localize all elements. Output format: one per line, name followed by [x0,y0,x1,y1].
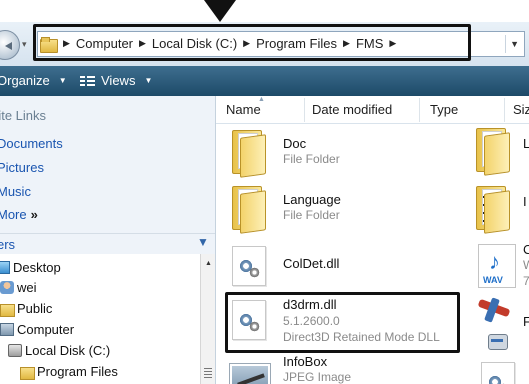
nav-link-music[interactable]: Music [0,184,31,199]
file-name: InfoBox [283,354,328,369]
tree-item-label: Desktop [13,260,61,275]
folder-icon[interactable] [474,128,514,176]
tree-item-label: Program Files [37,364,118,379]
chevron-down-icon: ▼ [58,76,67,85]
clipped-item-label: L [523,136,529,151]
file-type: File Folder [283,208,340,222]
chevron-down-icon: ▼ [197,235,209,249]
column-size[interactable]: Siz [513,102,529,117]
computer-icon [0,323,14,336]
organize-label: Organize [0,73,50,88]
folder-icon [20,365,35,380]
clipped-item-sub: 7 [523,274,529,288]
column-header-row: ▲ Name Date modified Type Siz [216,96,529,124]
tree-item-label: Public [17,301,53,316]
tree-item-label: Local Disk (C:) [25,343,111,358]
organize-button[interactable]: Organize ▼ [0,73,67,88]
recent-pages-chevron-icon[interactable]: ▾ [22,39,27,50]
wav-file-icon[interactable]: ♪ WAV [478,244,516,288]
tree-scrollbar[interactable]: ▲ [200,254,215,384]
file-name: Doc [283,136,307,151]
folder-icon [0,302,15,317]
folders-label: ers [0,237,16,252]
d3drm-highlight-box [225,292,460,353]
dll-file-icon [232,246,266,286]
address-dropdown-icon[interactable]: ▼ [510,39,519,49]
views-label: Views [101,73,136,88]
tree-item-desktop[interactable]: Desktop [0,260,61,275]
divider [505,35,506,53]
tree-item-local-disk[interactable]: Local Disk (C:) [8,343,110,358]
column-date-modified[interactable]: Date modified [312,102,392,117]
tree-item-program-files[interactable]: Program Files [20,364,118,380]
back-button[interactable] [0,30,20,60]
chevron-down-icon: ▼ [144,76,153,85]
nav-link-pictures[interactable]: Pictures [0,160,44,175]
clipped-item-label: F [523,314,529,329]
file-item-coldet[interactable]: ColDet.dll [226,244,396,290]
desktop-icon [0,261,10,274]
tree-item-label: Computer [17,322,75,337]
dll-file-icon[interactable] [481,362,515,384]
folders-toggle[interactable]: ers ▼ [0,233,215,253]
file-name: Language [283,192,341,207]
music-note-icon: ♪ [489,249,500,274]
file-item-doc[interactable]: Doc File Folder [226,128,386,180]
scroll-grip-icon[interactable] [204,368,212,378]
folder-tree: Desktop wei Public Computer Local Disk (… [0,254,200,384]
file-name: ColDet.dll [283,256,340,271]
address-highlight-box [33,24,471,61]
nav-link-documents[interactable]: Documents [0,136,63,151]
drive-icon [8,344,22,357]
annotation-strip [0,0,529,22]
column-type[interactable]: Type [430,102,458,117]
clipped-item-label: C [523,242,529,257]
user-icon [0,281,14,294]
scroll-up-icon[interactable]: ▲ [205,260,212,267]
column-divider[interactable] [419,98,420,122]
tree-item-computer[interactable]: Computer [0,322,74,337]
wav-tag-icon: WAV [483,275,503,285]
tree-item-label: wei [17,280,37,295]
folder-icon [230,186,270,234]
file-item-infobox[interactable]: InfoBox JPEG Image [226,354,396,384]
nav-more-link[interactable]: More» [0,207,38,222]
folder-icon [230,130,270,178]
file-type: JPEG Image [283,370,352,384]
file-type: File Folder [283,152,340,166]
tree-item-wei[interactable]: wei [0,280,37,295]
column-name[interactable]: Name [226,102,261,117]
jpeg-file-icon [230,364,270,384]
folder-icon[interactable] [474,186,514,234]
favorite-links-heading: rite Links [0,108,47,123]
arrow-down-icon [204,0,236,22]
clipped-item-label: I [523,194,527,209]
navigation-pane: rite Links Documents Pictures Music More… [0,96,216,384]
views-icon [80,74,96,88]
command-bar: Organize ▼ Views ▼ [0,66,529,96]
column-divider[interactable] [504,98,505,122]
column-divider[interactable] [304,98,305,122]
double-chevron-icon: » [30,207,38,222]
tree-item-public[interactable]: Public [0,301,53,317]
more-label: More [0,207,27,222]
file-item-language[interactable]: Language File Folder [226,184,386,236]
robot-icon[interactable] [478,314,516,358]
views-button[interactable]: Views ▼ [80,73,152,88]
clipped-item-sub: W [523,258,529,272]
